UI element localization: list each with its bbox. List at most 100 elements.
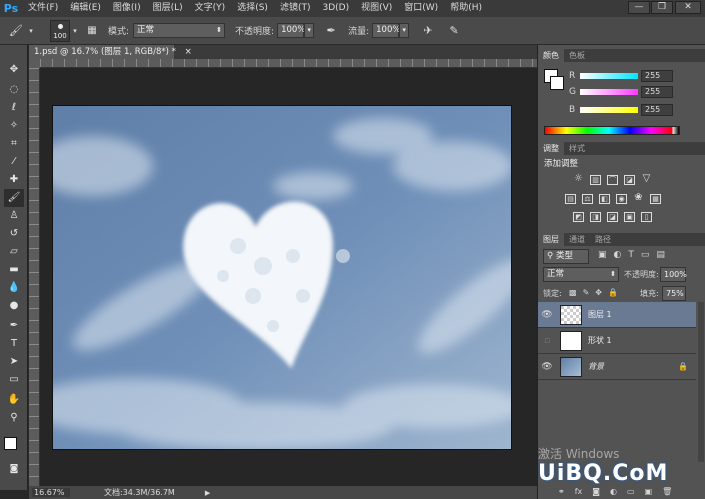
trash-icon[interactable]: 🗑 <box>662 487 672 496</box>
invert-icon[interactable]: ◩ <box>573 212 584 222</box>
flow-dropdown-icon[interactable]: ▾ <box>399 23 410 38</box>
black-white-icon[interactable]: ◧ <box>599 194 610 204</box>
layer-filter-select[interactable]: ⚲ 类型 <box>543 249 589 264</box>
brush-preset-picker[interactable]: 100 <box>50 19 70 42</box>
quick-select-tool-icon[interactable]: ✧ <box>4 117 24 135</box>
lock-position-icon[interactable]: ✥ <box>595 288 602 297</box>
smart-filter-icon[interactable]: ▤ <box>656 250 665 260</box>
menu-item[interactable]: 视图(V) <box>355 0 398 17</box>
blur-tool-icon[interactable]: 💧 <box>4 279 24 297</box>
pixel-filter-icon[interactable]: ▣ <box>598 250 607 260</box>
gradient-map-icon[interactable]: ▯ <box>641 212 652 222</box>
chevron-down-icon[interactable]: ▾ <box>26 27 36 35</box>
lock-pixels-icon[interactable]: ✎ <box>583 288 590 297</box>
curves-icon[interactable]: ⌒ <box>607 175 618 185</box>
fx-icon[interactable]: fx <box>575 487 583 496</box>
restore-button[interactable]: ❐ <box>651 1 673 14</box>
close-tab-icon[interactable]: × <box>185 47 192 57</box>
menu-item[interactable]: 图层(L) <box>147 0 189 17</box>
brush-panel-icon[interactable]: ▦ <box>84 25 100 36</box>
pressure-opacity-icon[interactable]: ✒ <box>322 24 340 37</box>
color-lookup-icon[interactable]: ▦ <box>650 194 661 204</box>
brightness-icon[interactable]: ☼ <box>573 174 584 185</box>
mode-select[interactable]: 正常 ⬍ <box>133 23 226 38</box>
hand-tool-icon[interactable]: ✋ <box>4 391 24 409</box>
brush-tool-icon[interactable]: 🖌 <box>6 24 26 37</box>
document-tab[interactable]: 1.psd @ 16.7% (图层 1, RGB/8*) * × <box>29 45 192 59</box>
opacity-dropdown-icon[interactable]: ▾ <box>304 23 315 38</box>
menu-item[interactable]: 文字(Y) <box>189 0 232 17</box>
layer-row[interactable]: 👁 图层 1 <box>538 302 696 328</box>
lock-all-icon[interactable]: 🔒 <box>608 288 618 297</box>
new-adjustment-icon[interactable]: ◐ <box>610 487 617 496</box>
flow-input[interactable]: 100% <box>372 23 400 38</box>
tab-styles[interactable]: 样式 <box>564 142 590 155</box>
lock-transparency-icon[interactable]: ▩ <box>569 288 577 297</box>
healing-brush-tool-icon[interactable]: ✚ <box>4 171 24 189</box>
channel-g-value[interactable]: 255 <box>641 86 673 98</box>
foreground-color-swatch[interactable] <box>4 437 17 450</box>
gradient-tool-icon[interactable]: ▬ <box>4 261 24 279</box>
fill-input[interactable]: 75% <box>662 286 686 301</box>
eye-hidden-icon[interactable]: ▫ <box>538 336 556 346</box>
blend-mode-select[interactable]: 正常 ⬍ <box>543 267 619 282</box>
menu-item[interactable]: 帮助(H) <box>444 0 488 17</box>
pressure-size-icon[interactable]: ✎ <box>445 24 463 37</box>
vibrance-icon[interactable]: ▽ <box>641 174 652 185</box>
path-select-tool-icon[interactable]: ➤ <box>4 353 24 371</box>
status-menu-arrow-icon[interactable]: ▶ <box>205 489 210 497</box>
eye-icon[interactable]: 👁 <box>538 362 556 372</box>
exposure-icon[interactable]: ◪ <box>624 175 635 185</box>
new-layer-icon[interactable]: ▣ <box>645 487 653 496</box>
minimize-button[interactable]: — <box>628 1 650 14</box>
menu-item[interactable]: 窗口(W) <box>398 0 444 17</box>
dodge-tool-icon[interactable]: ● <box>4 297 24 315</box>
photo-filter-icon[interactable]: ◉ <box>616 194 627 204</box>
tab-color[interactable]: 颜色 <box>538 49 564 62</box>
chevron-down-icon[interactable]: ▾ <box>70 27 80 35</box>
color-balance-icon[interactable]: ⚖ <box>582 194 593 204</box>
tab-paths[interactable]: 路径 <box>590 233 616 246</box>
background-color-swatch[interactable] <box>550 76 564 90</box>
layer-row[interactable]: 👁 背景 🔒 <box>538 354 696 380</box>
posterize-icon[interactable]: ◨ <box>590 212 601 222</box>
airbrush-icon[interactable]: ✈ <box>419 24 437 37</box>
color-spectrum-ramp[interactable] <box>544 126 680 135</box>
marquee-tool-icon[interactable]: ◌ <box>4 81 24 99</box>
hue-saturation-icon[interactable]: ▤ <box>565 194 576 204</box>
text-filter-icon[interactable]: T <box>628 250 634 260</box>
tab-channels[interactable]: 通道 <box>564 233 590 246</box>
vertical-ruler[interactable] <box>29 68 40 486</box>
pen-tool-icon[interactable]: ✒ <box>4 317 24 335</box>
channel-r-value[interactable]: 255 <box>641 70 673 82</box>
menu-item[interactable]: 文件(F) <box>22 0 64 17</box>
menu-item[interactable]: 3D(D) <box>316 0 355 17</box>
horizontal-ruler[interactable] <box>40 59 537 68</box>
layer-scrollbar[interactable] <box>698 302 704 462</box>
menu-item[interactable]: 选择(S) <box>231 0 274 17</box>
layer-opacity-input[interactable]: 100% <box>660 267 687 282</box>
menu-item[interactable]: 编辑(E) <box>64 0 107 17</box>
crop-tool-icon[interactable]: ⌗ <box>4 135 24 153</box>
opacity-input[interactable]: 100% <box>277 23 305 38</box>
tab-swatches[interactable]: 色板 <box>564 49 590 62</box>
history-brush-tool-icon[interactable]: ↺ <box>4 225 24 243</box>
channel-b-slider[interactable] <box>580 107 638 113</box>
selective-color-icon[interactable]: ▣ <box>624 212 635 222</box>
link-icon[interactable]: ⚭ <box>558 487 565 496</box>
zoom-level[interactable]: 16.67% <box>32 488 70 497</box>
menu-item[interactable]: 滤镜(T) <box>274 0 317 17</box>
adjust-filter-icon[interactable]: ◐ <box>614 250 622 260</box>
shape-filter-icon[interactable]: ▭ <box>641 250 650 260</box>
type-tool-icon[interactable]: T <box>4 335 24 353</box>
document-canvas[interactable] <box>52 105 512 450</box>
close-window-button[interactable]: ✕ <box>675 1 701 14</box>
mask-icon[interactable]: ◙ <box>592 487 600 496</box>
channel-g-slider[interactable] <box>580 89 638 95</box>
channel-mixer-icon[interactable]: ❀ <box>633 193 644 204</box>
clone-stamp-tool-icon[interactable]: ♙ <box>4 207 24 225</box>
channel-r-slider[interactable] <box>580 73 638 79</box>
move-tool-icon[interactable]: ✥ <box>4 61 24 79</box>
menu-item[interactable]: 图像(I) <box>107 0 147 17</box>
layer-row[interactable]: ▫ 形状 1 <box>538 328 696 354</box>
